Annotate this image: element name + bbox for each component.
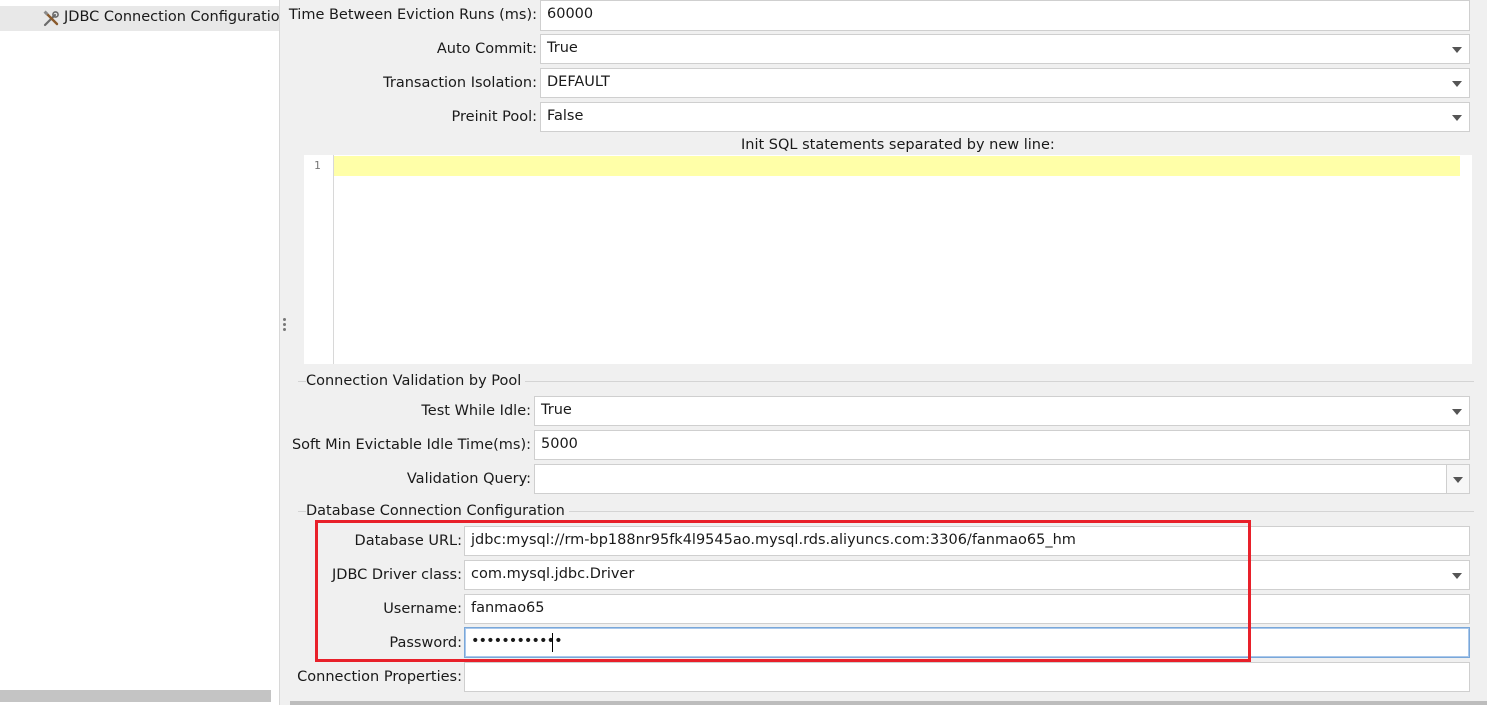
- password-value: ••••••••••••: [471, 633, 563, 649]
- connection-validation-section-title: Connection Validation by Pool: [306, 373, 526, 389]
- validation-query-combo[interactable]: [534, 464, 1470, 494]
- splitter-grip-dot: [283, 323, 286, 326]
- tree-item-jdbc-connection-configuration[interactable]: JDBC Connection Configuration: [0, 6, 279, 31]
- soft-min-evictable-value: 5000: [541, 436, 578, 452]
- database-connection-section-title: Database Connection Configuration: [306, 503, 569, 519]
- jdbc-driver-class-select[interactable]: com.mysql.jdbc.Driver: [464, 560, 1470, 590]
- text-caret: [552, 633, 553, 652]
- username-label: Username:: [383, 601, 462, 617]
- connection-properties-input[interactable]: [464, 662, 1470, 692]
- preinit-pool-label: Preinit Pool:: [451, 109, 537, 125]
- database-url-value: jdbc:mysql://rm-bp188nr95fk4l9545ao.mysq…: [471, 532, 1076, 548]
- panel-splitter[interactable]: [280, 0, 290, 705]
- test-while-idle-label: Test While Idle:: [421, 403, 531, 419]
- current-line-highlight: [334, 156, 1460, 176]
- test-while-idle-value: True: [541, 402, 572, 418]
- chevron-down-icon: [1452, 115, 1462, 121]
- tools-icon: [43, 10, 59, 27]
- tree-item-label: JDBC Connection Configuration: [64, 9, 279, 25]
- soft-min-evictable-label: Soft Min Evictable Idle Time(ms):: [291, 437, 531, 453]
- bottom-scrollbar-edge: [290, 701, 1487, 705]
- tree-panel: JDBC Connection Configuration: [0, 0, 280, 705]
- validation-query-dropdown-button[interactable]: [1446, 465, 1469, 493]
- splitter-grip-dot: [283, 328, 286, 331]
- eviction-runs-value: 60000: [547, 6, 594, 22]
- username-input[interactable]: fanmao65: [464, 594, 1470, 624]
- eviction-runs-input[interactable]: 60000: [540, 0, 1470, 31]
- splitter-grip-dot: [283, 318, 286, 321]
- eviction-runs-label: Time Between Eviction Runs (ms):: [288, 7, 537, 23]
- line-number: 1: [314, 159, 321, 172]
- chevron-down-icon: [1452, 81, 1462, 87]
- preinit-pool-value: False: [547, 108, 584, 124]
- preinit-pool-select[interactable]: False: [540, 102, 1470, 132]
- chevron-down-icon: [1453, 477, 1463, 483]
- jdbc-driver-class-value: com.mysql.jdbc.Driver: [471, 566, 635, 582]
- transaction-isolation-label: Transaction Isolation:: [383, 75, 537, 91]
- chevron-down-icon: [1452, 47, 1462, 53]
- auto-commit-value: True: [547, 40, 578, 56]
- username-value: fanmao65: [471, 600, 545, 616]
- jdbc-driver-class-label: JDBC Driver class:: [332, 567, 462, 583]
- password-label: Password:: [389, 635, 462, 651]
- soft-min-evictable-input[interactable]: 5000: [534, 430, 1470, 460]
- tree-horizontal-scrollbar[interactable]: [0, 690, 271, 702]
- chevron-down-icon: [1452, 409, 1462, 415]
- transaction-isolation-value: DEFAULT: [547, 74, 610, 90]
- connection-properties-label: Connection Properties:: [297, 669, 462, 685]
- password-input[interactable]: ••••••••••••: [464, 627, 1470, 658]
- auto-commit-select[interactable]: True: [540, 34, 1470, 64]
- database-url-label: Database URL:: [354, 533, 462, 549]
- init-sql-editor[interactable]: 1: [304, 155, 1472, 364]
- test-while-idle-select[interactable]: True: [534, 396, 1470, 426]
- chevron-down-icon: [1452, 573, 1462, 579]
- init-sql-label: Init SQL statements separated by new lin…: [741, 137, 1055, 153]
- database-url-input[interactable]: jdbc:mysql://rm-bp188nr95fk4l9545ao.mysq…: [464, 526, 1470, 556]
- auto-commit-label: Auto Commit:: [436, 41, 537, 57]
- transaction-isolation-select[interactable]: DEFAULT: [540, 68, 1470, 98]
- validation-query-label: Validation Query:: [406, 471, 531, 487]
- editor-gutter: 1: [304, 155, 334, 364]
